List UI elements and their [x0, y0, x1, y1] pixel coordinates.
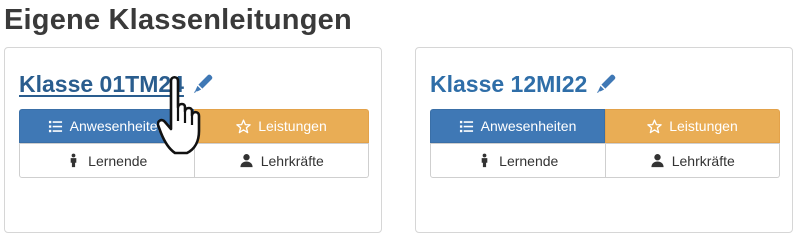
teachers-button-label: Lehrkräfte	[671, 152, 735, 169]
button-group: Anwesenheiten Leistungen Lernende Lehrkr…	[430, 109, 780, 178]
teachers-button[interactable]: Lehrkräfte	[194, 143, 369, 178]
edit-pen-icon[interactable]	[595, 73, 617, 95]
students-button[interactable]: Lernende	[19, 143, 195, 178]
attendance-button[interactable]: Anwesenheiten	[430, 109, 605, 143]
students-button-label: Lernende	[88, 152, 148, 169]
performance-button[interactable]: Leistungen	[194, 109, 369, 143]
attendance-button-label: Anwesenheiten	[69, 118, 166, 134]
card-title: Klasse 01TM24	[19, 70, 214, 98]
students-button[interactable]: Lernende	[430, 143, 606, 178]
students-button-label: Lernende	[499, 152, 559, 169]
class-title-link[interactable]: Klasse 01TM24	[19, 70, 184, 98]
list-icon	[459, 119, 474, 134]
button-group: Anwesenheiten Leistungen Lernende Lehrkr…	[19, 109, 369, 178]
person-icon	[477, 153, 492, 168]
class-card-12MI22: Klasse 12MI22 Anwesenheiten Leistungen L…	[415, 47, 793, 233]
list-icon	[48, 119, 63, 134]
attendance-button-label: Anwesenheiten	[480, 118, 577, 134]
class-card-01TM24: Klasse 01TM24 Anwesenheiten Leistungen L…	[4, 47, 382, 233]
teachers-button[interactable]: Lehrkräfte	[605, 143, 780, 178]
performance-button-label: Leistungen	[258, 118, 327, 134]
performance-button-label: Leistungen	[669, 118, 738, 134]
star-icon	[647, 118, 662, 134]
attendance-button[interactable]: Anwesenheiten	[19, 109, 194, 143]
page-title: Eigene Klassenleitungen	[4, 4, 352, 36]
performance-button[interactable]: Leistungen	[605, 109, 780, 143]
user-icon	[239, 153, 254, 168]
edit-pen-icon[interactable]	[192, 73, 214, 95]
user-icon	[650, 153, 665, 168]
teachers-button-label: Lehrkräfte	[260, 152, 324, 169]
class-title-link[interactable]: Klasse 12MI22	[430, 70, 587, 98]
person-icon	[66, 153, 81, 168]
star-icon	[236, 118, 251, 134]
card-title: Klasse 12MI22	[430, 70, 617, 98]
